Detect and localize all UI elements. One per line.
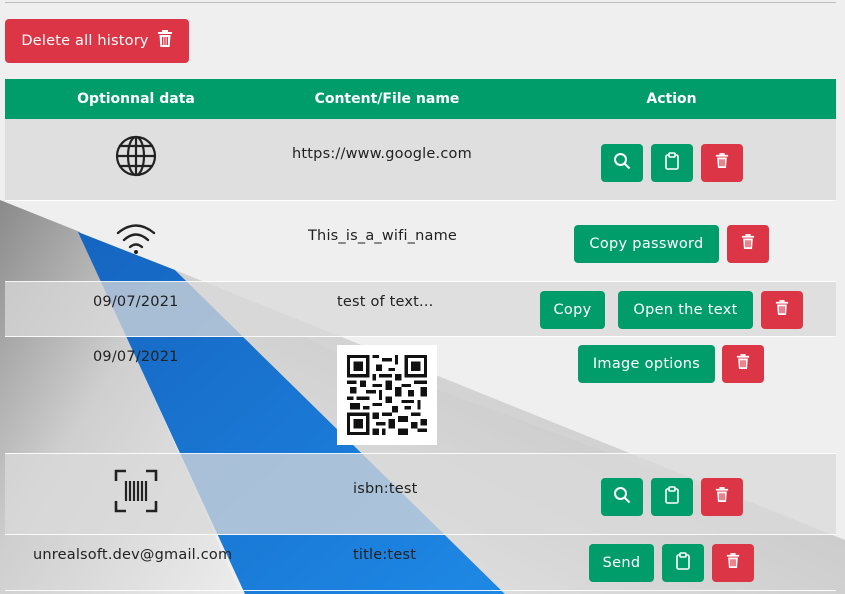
image-options-button[interactable]: Image options [578,345,715,383]
row-content: title:test [353,547,417,563]
copy-button[interactable] [662,544,704,582]
trash-icon [726,553,740,573]
search-button[interactable] [601,144,643,182]
delete-button[interactable] [722,345,764,383]
copy-password-button[interactable]: Copy password [574,225,719,263]
copy-button[interactable] [651,478,693,516]
search-button[interactable] [601,478,643,516]
row-date: 09/07/2021 [93,294,179,310]
row-email: unrealsoft.dev@gmail.com [33,547,233,563]
delete-all-label: Delete all history [21,33,149,49]
row-date: 09/07/2021 [93,349,179,365]
top-divider [5,2,836,3]
send-button[interactable]: Send [589,544,654,582]
copy-button[interactable]: Copy [540,291,605,329]
row-content: This_is_a_wifi_name [308,228,458,244]
delete-button[interactable] [701,144,743,182]
history-table: Optionnal data Content/File name Action … [5,79,836,591]
delete-button[interactable] [712,544,754,582]
wifi-icon [115,221,157,255]
delete-all-history-button[interactable]: Delete all history [5,19,189,63]
table-row: 09/07/2021 test of text... Copy Open the… [5,282,836,337]
row-content: test of text... [337,294,434,310]
search-icon [613,152,631,174]
row-content: https://www.google.com [292,146,472,162]
trash-icon [775,300,789,320]
clipboard-icon [664,486,680,508]
trash-icon [157,30,173,52]
header-action: Action [646,91,697,107]
trash-icon [715,487,729,507]
open-text-button[interactable]: Open the text [618,291,753,329]
header-optional-data: Optionnal data [77,91,195,107]
clipboard-icon [664,152,680,174]
delete-button[interactable] [727,225,769,263]
row-content: isbn:test [353,481,418,497]
copy-button[interactable] [651,144,693,182]
table-header: Optionnal data Content/File name Action [5,79,836,119]
trash-icon [715,153,729,173]
trash-icon [741,234,755,254]
table-row: https://www.google.com [5,119,836,201]
header-content: Content/File name [314,91,460,107]
table-row: unrealsoft.dev@gmail.com title:test Send [5,535,836,591]
globe-icon [115,135,157,177]
delete-button[interactable] [761,291,803,329]
table-row: isbn:test [5,454,836,535]
clipboard-icon [675,552,691,574]
search-icon [613,486,631,508]
delete-button[interactable] [701,478,743,516]
qr-code-image[interactable] [337,345,437,445]
trash-icon [736,354,750,374]
table-row: 09/07/2021 Image options [5,337,836,454]
barcode-scan-icon [114,469,158,513]
table-row: This_is_a_wifi_name Copy password [5,201,836,282]
